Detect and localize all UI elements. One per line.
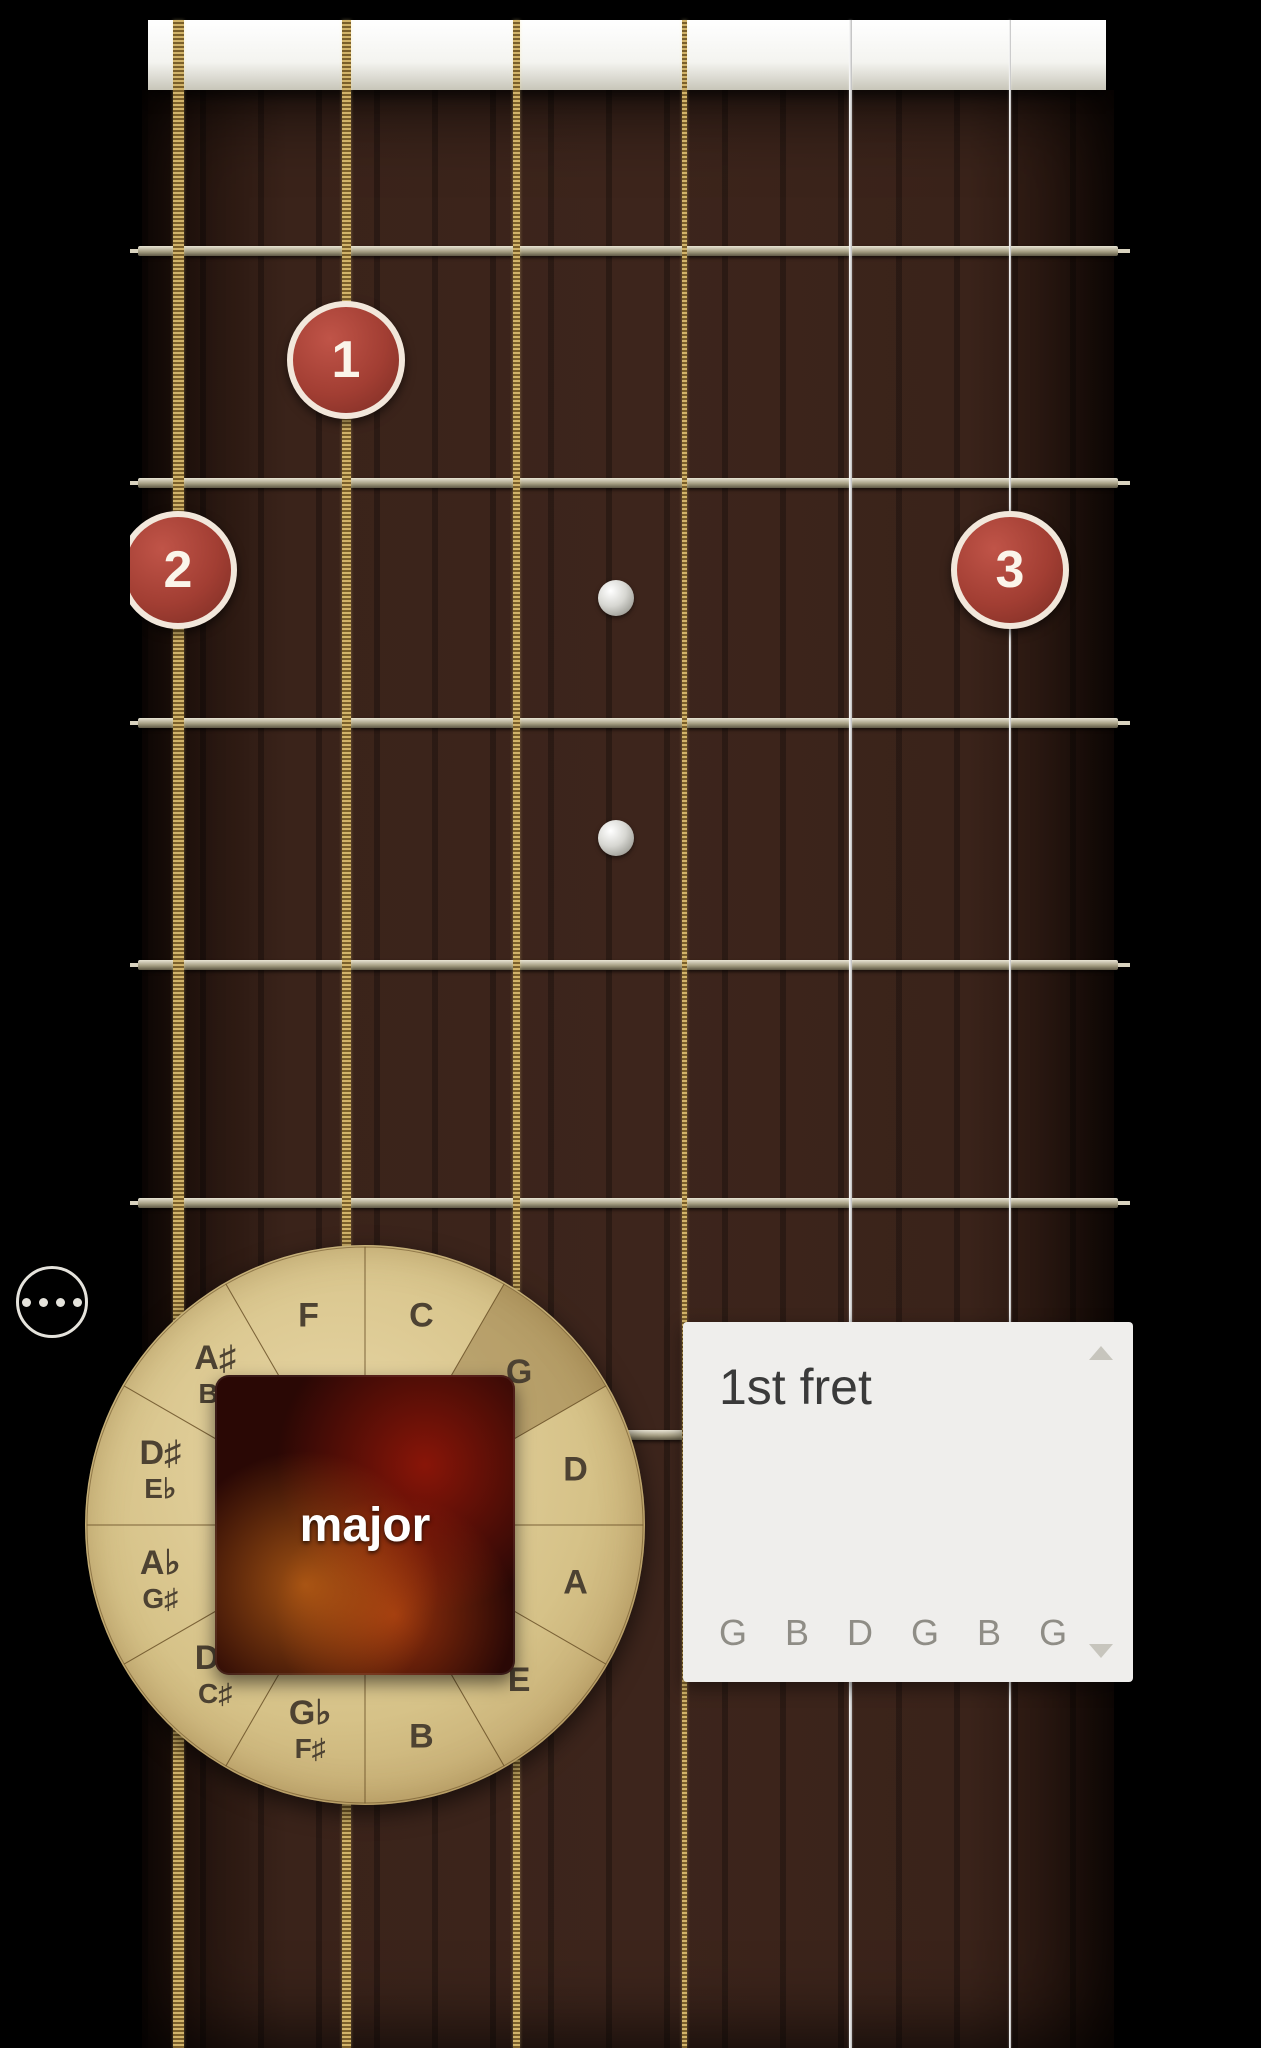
svg-text:G♯: G♯	[142, 1583, 178, 1614]
svg-text:A: A	[563, 1563, 588, 1601]
chord-note: G	[719, 1612, 747, 1654]
svg-text:C: C	[409, 1296, 434, 1334]
prev-position-button[interactable]	[1089, 1346, 1113, 1360]
chord-note: D	[847, 1612, 873, 1654]
position-title: 1st fret	[719, 1358, 1097, 1416]
svg-text:G♭: G♭	[289, 1694, 331, 1732]
svg-text:A♭: A♭	[140, 1544, 181, 1582]
chord-notes: GBDGBG	[719, 1612, 1097, 1654]
chord-quality-chip[interactable]: major	[215, 1375, 515, 1675]
chord-wheel[interactable]: FCGDAEBG♭F♯D♭C♯A♭G♯D♯E♭A♯B♭ major	[85, 1245, 645, 1805]
svg-text:D♯: D♯	[139, 1434, 181, 1472]
chord-note: G	[911, 1612, 939, 1654]
svg-text:A♯: A♯	[194, 1339, 236, 1377]
svg-text:B: B	[409, 1718, 434, 1756]
svg-text:D: D	[563, 1451, 588, 1489]
svg-text:F: F	[298, 1296, 319, 1334]
chord-note: B	[977, 1612, 1001, 1654]
chord-quality-label: major	[300, 1498, 431, 1553]
position-panel: 1st fret GBDGBG	[683, 1322, 1133, 1682]
next-position-button[interactable]	[1089, 1644, 1113, 1658]
svg-text:F♯: F♯	[295, 1733, 326, 1764]
svg-text:C♯: C♯	[198, 1678, 232, 1709]
svg-text:E♭: E♭	[144, 1473, 176, 1504]
chord-note: G	[1039, 1612, 1067, 1654]
wheel-drag-handle[interactable]	[16, 1266, 88, 1338]
chord-note: B	[785, 1612, 809, 1654]
